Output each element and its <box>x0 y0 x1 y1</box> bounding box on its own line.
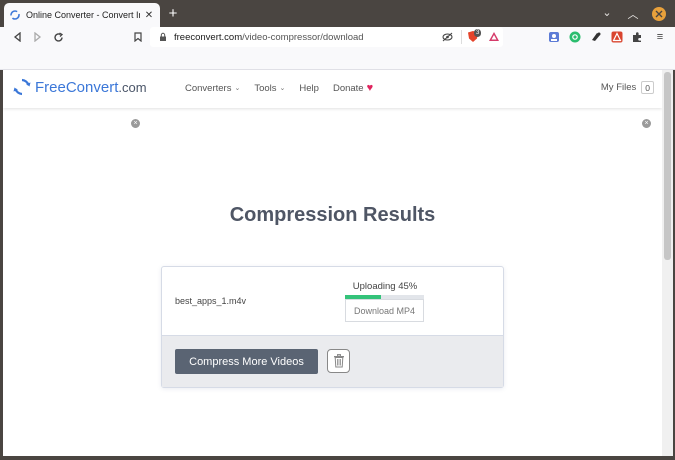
heart-icon: ♥ <box>366 82 374 94</box>
upload-status: Uploading 45% <box>352 281 418 292</box>
scrollbar-thumb[interactable] <box>664 72 671 260</box>
ad-close-icon[interactable]: × <box>642 119 651 128</box>
files-count-badge: 0 <box>641 81 654 94</box>
bookmark-button[interactable] <box>131 30 145 44</box>
hide-eye-icon[interactable] <box>442 32 453 42</box>
my-files-label: My Files <box>600 82 637 93</box>
logo-brand: FreeConvert <box>35 78 119 96</box>
site-header: FreeConvert.com Converters ⌄ Tools ⌄ Hel… <box>3 70 662 108</box>
new-tab-button[interactable]: + <box>166 6 180 22</box>
menu-converters[interactable]: Converters ⌄ <box>185 82 240 94</box>
page-scrollbar[interactable] <box>662 70 673 456</box>
forward-arrow-icon <box>33 32 41 42</box>
brave-rewards-icon[interactable] <box>488 31 500 42</box>
logo-tld: .com <box>118 79 147 95</box>
navigation-bar: freeconvert.com/video-compressor/downloa… <box>0 27 675 70</box>
address-bar[interactable]: freeconvert.com/video-compressor/downloa… <box>150 27 503 47</box>
url-domain: freeconvert.com <box>174 31 243 43</box>
extension-grammar-icon[interactable] <box>569 31 581 43</box>
url-text: freeconvert.com/video-compressor/downloa… <box>174 32 364 43</box>
page-title: Compression Results <box>229 204 436 226</box>
my-files-button[interactable]: My Files 0 <box>601 81 654 94</box>
freeconvert-logo-icon <box>13 78 31 96</box>
download-mp4-button[interactable]: Download MP4 <box>345 299 424 322</box>
tab-strip: Online Converter - Convert Ima ✕ + ⌄ ︿ <box>0 0 675 27</box>
chevron-down-icon: ⌄ <box>234 85 241 92</box>
tab-list-chevron-icon[interactable]: ⌄ <box>600 6 614 19</box>
browser-window: Online Converter - Convert Ima ✕ + ⌄ ︿ f… <box>0 0 675 460</box>
back-button[interactable] <box>10 30 24 44</box>
menu-tools-label: Tools <box>254 82 277 94</box>
extensions-puzzle-icon[interactable] <box>631 31 643 43</box>
extension-bat-icon[interactable] <box>611 31 623 43</box>
extension-dark-icon[interactable] <box>590 31 602 43</box>
main-menu: Converters ⌄ Tools ⌄ Help Donate ♥ <box>185 82 387 94</box>
url-divider <box>461 30 462 44</box>
reload-icon <box>53 31 63 42</box>
minimize-icon[interactable]: ︿ <box>626 6 640 22</box>
menu-donate[interactable]: Donate ♥ <box>333 82 373 94</box>
back-arrow-icon <box>13 32 21 42</box>
menu-help-label: Help <box>299 82 319 94</box>
chevron-down-icon: ⌄ <box>279 85 286 92</box>
freeconvert-favicon-icon <box>10 10 20 20</box>
ad-close-icon[interactable]: × <box>131 119 140 128</box>
bookmark-icon <box>134 32 142 42</box>
menu-donate-label: Donate <box>332 82 364 94</box>
site-logo[interactable]: FreeConvert.com <box>12 77 147 97</box>
card-footer: Compress More Videos <box>162 335 503 387</box>
brave-shields-icon[interactable]: 3 <box>467 29 482 44</box>
shields-count-badge: 3 <box>474 29 482 37</box>
forward-button[interactable] <box>30 30 44 44</box>
compress-more-button[interactable]: Compress More Videos <box>175 349 318 374</box>
reload-button[interactable] <box>51 30 65 44</box>
menu-converters-label: Converters <box>185 82 232 94</box>
menu-tools[interactable]: Tools ⌄ <box>254 82 285 94</box>
web-page: FreeConvert.com Converters ⌄ Tools ⌄ Hel… <box>3 70 662 456</box>
lock-icon <box>160 32 166 41</box>
result-card: best_apps_1.m4v Uploading 45% Download M… <box>161 266 504 388</box>
menu-help[interactable]: Help <box>299 82 319 94</box>
url-path: /video-compressor/download <box>242 31 364 43</box>
delete-button[interactable] <box>327 349 350 373</box>
logo-text: FreeConvert.com <box>35 79 147 96</box>
browser-menu-icon[interactable]: ≡ <box>654 31 666 43</box>
close-icon <box>655 10 663 18</box>
tab-close-icon[interactable]: ✕ <box>144 10 154 21</box>
extension-vpn-icon[interactable] <box>548 31 560 43</box>
window-close-button[interactable] <box>652 7 666 21</box>
trash-icon <box>333 354 344 368</box>
tab-title: Online Converter - Convert Ima <box>26 10 140 20</box>
file-name: best_apps_1.m4v <box>175 296 247 306</box>
active-tab[interactable]: Online Converter - Convert Ima ✕ <box>4 3 160 27</box>
